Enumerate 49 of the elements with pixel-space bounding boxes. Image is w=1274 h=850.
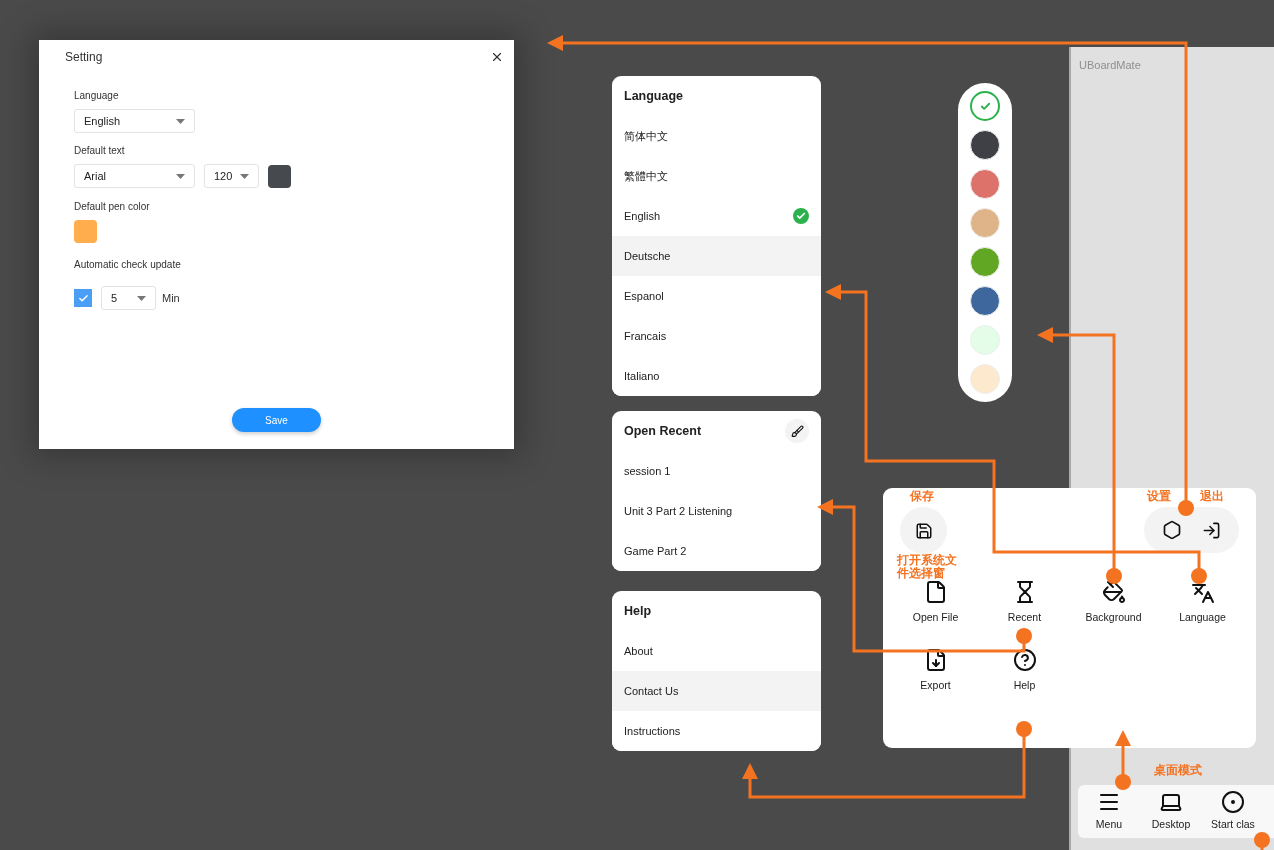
font-select[interactable]: Arial [74, 164, 195, 188]
settings-icon[interactable] [1162, 520, 1182, 540]
check-icon [979, 100, 991, 112]
menu-tile[interactable]: Background [1069, 580, 1158, 626]
clear-button[interactable] [785, 419, 809, 443]
pen-color-swatch[interactable] [74, 220, 97, 243]
toolbar-button[interactable]: Desktop [1140, 790, 1202, 833]
annotation-label: 打开系统文件选择窗 [897, 554, 958, 580]
language-select[interactable]: English [74, 109, 195, 133]
caret-icon [137, 295, 146, 301]
field-label: Default pen color [74, 200, 151, 214]
exit-icon[interactable] [1202, 520, 1221, 540]
menu-tile[interactable]: Language [1158, 580, 1247, 626]
app-title: UBoardMate [1079, 59, 1141, 71]
annotation-label: 退出 [1200, 490, 1224, 503]
toolbar-button[interactable]: Start clas [1202, 790, 1264, 833]
caret-icon [176, 118, 185, 124]
help-icon [1012, 647, 1037, 672]
field-label: Automatic check update [74, 258, 182, 272]
save-icon [914, 521, 933, 540]
connector-arrow [1115, 730, 1131, 790]
check-icon [77, 292, 89, 304]
menu-tile[interactable]: Recent [980, 580, 1069, 626]
panel-title: Open Recent [624, 422, 702, 440]
field-label: Language [74, 89, 120, 103]
checkbox[interactable] [74, 289, 92, 307]
annotation-label: 保存 [910, 490, 934, 503]
save-icon-button[interactable] [900, 507, 947, 554]
size-select[interactable]: 120 [204, 164, 259, 188]
color-swatch[interactable] [970, 91, 1000, 121]
toolbar-button[interactable]: Menu [1078, 790, 1140, 833]
close-icon[interactable] [490, 50, 504, 64]
menu-tile[interactable]: Export [891, 647, 980, 694]
unit-label: Min [162, 290, 180, 306]
interval-select[interactable]: 5 [101, 286, 156, 310]
panel-title: Language [624, 87, 684, 105]
brush-icon [790, 424, 804, 438]
field-label: Default text [74, 144, 126, 158]
annotation-label: 桌面模式 [1154, 764, 1202, 777]
menu-tile[interactable]: Help [980, 647, 1069, 694]
menu-item[interactable]: Deutsche [612, 236, 821, 276]
dialog-title: Setting [65, 49, 103, 66]
caret-icon [240, 173, 249, 179]
caret-icon [176, 173, 185, 179]
annotation-label: 设置 [1147, 490, 1171, 503]
menu-tile[interactable]: Open File [891, 580, 980, 626]
menu-item[interactable]: Contact Us [612, 671, 821, 711]
panel-title: Help [624, 602, 652, 620]
text-color-swatch[interactable] [268, 164, 291, 188]
